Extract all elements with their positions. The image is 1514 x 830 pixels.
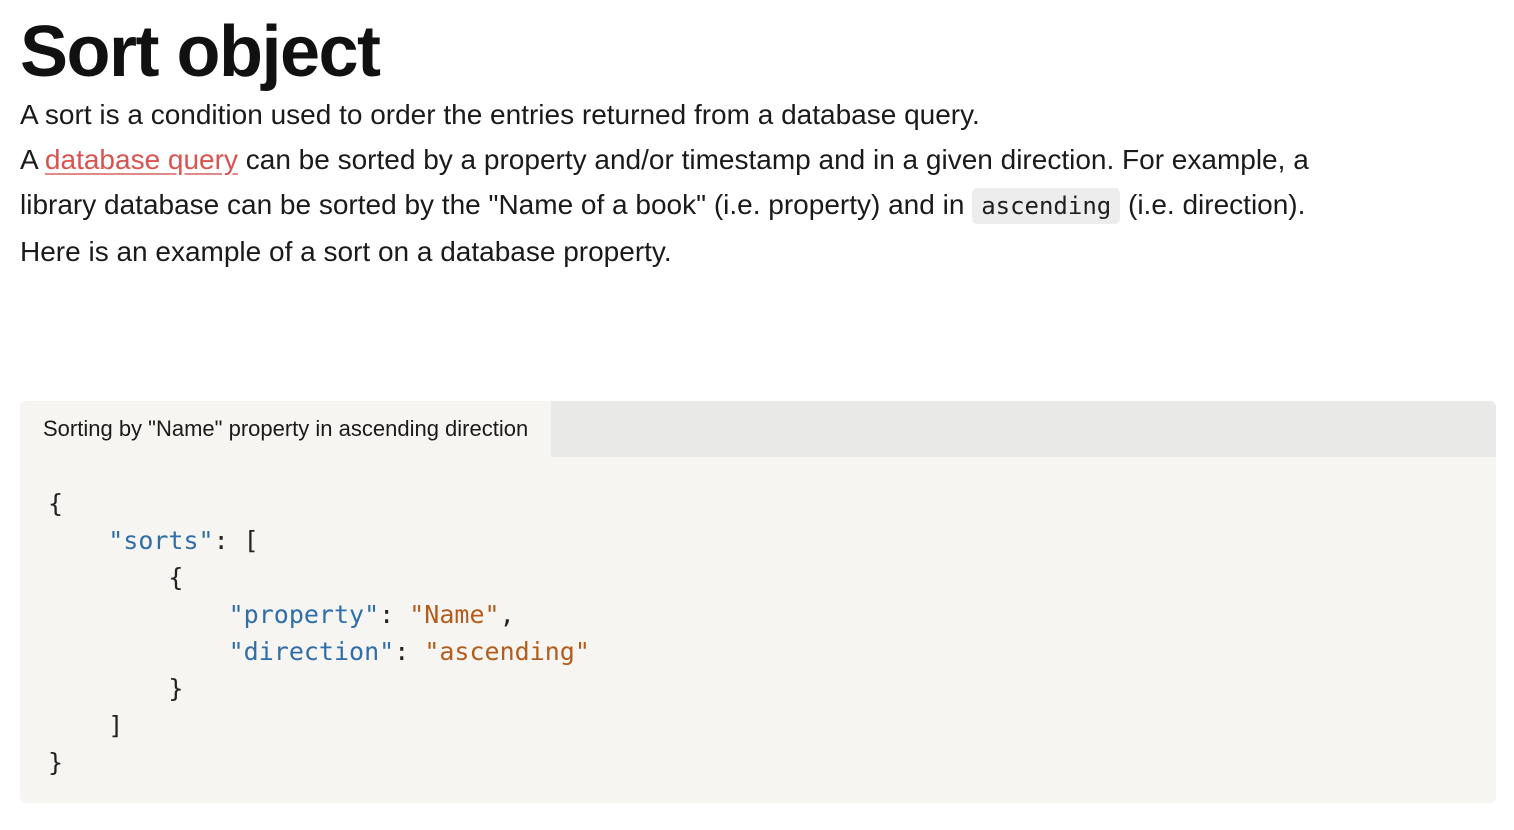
para2-line1-rest: can be sorted by a property and/or times…	[237, 144, 1309, 175]
para2-line2-end: (i.e. direction).	[1120, 189, 1306, 220]
para2-line2-start: library database can be sorted by the "N…	[20, 189, 973, 220]
code-tab-bar: Sorting by "Name" property in ascending …	[20, 401, 1496, 457]
document-page: Sort object A sort is a condition used t…	[20, 0, 1496, 803]
json-value-ascending: "ascending"	[424, 637, 590, 666]
json-value-name: "Name"	[409, 600, 500, 629]
code-colon-1: :	[379, 600, 410, 629]
json-code: { "sorts": [ { "property": "Name", "dire…	[20, 457, 1496, 781]
code-close-bracket: ]	[108, 711, 124, 740]
code-inner-open: {	[168, 563, 184, 592]
code-close-brace: }	[48, 748, 64, 777]
code-inner-close: }	[168, 674, 184, 703]
inline-code-ascending: ascending	[972, 188, 1121, 224]
code-block: Sorting by "Name" property in ascending …	[20, 401, 1496, 803]
code-colon-2: :	[394, 637, 425, 666]
json-key-direction: "direction"	[228, 637, 395, 666]
code-comma: ,	[499, 600, 515, 629]
database-query-link[interactable]: database query	[45, 144, 238, 175]
code-open-brace: {	[48, 489, 64, 518]
code-tab-sorting-by-name[interactable]: Sorting by "Name" property in ascending …	[20, 401, 552, 457]
page-title: Sort object	[20, 12, 381, 92]
code-colon-bracket: : [	[213, 526, 259, 555]
intro-paragraph: A sort is a condition used to order the …	[20, 99, 980, 130]
example-paragraph: Here is an example of a sort on a databa…	[20, 236, 672, 267]
explanation-paragraph: A database query can be sorted by a prop…	[20, 137, 1496, 229]
para2-prefix: A	[20, 144, 45, 175]
json-key-sorts: "sorts"	[108, 526, 214, 555]
json-key-property: "property"	[228, 600, 380, 629]
